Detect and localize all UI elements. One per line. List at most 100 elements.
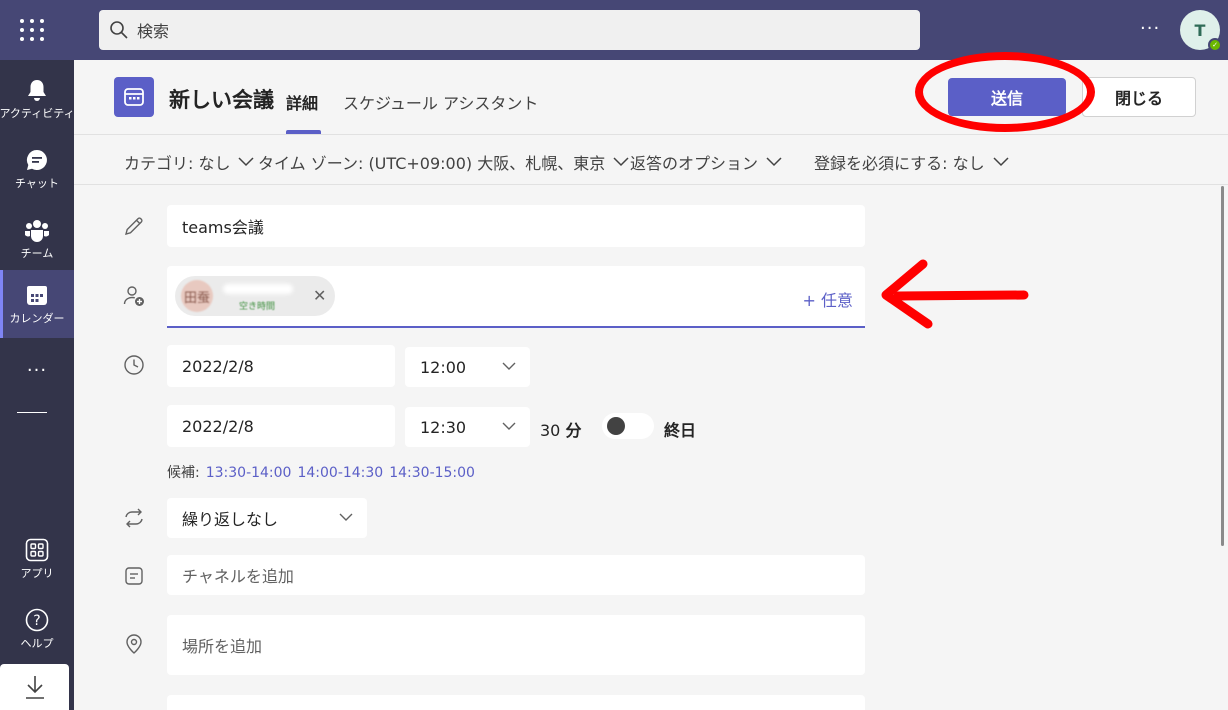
suggestions-label: 候補: [167, 465, 200, 481]
title-value: teams会議 [182, 218, 264, 237]
avatar-initial: T [1194, 20, 1206, 40]
chat-icon [26, 149, 47, 170]
chevron-down-icon [613, 157, 629, 167]
rail-label: アクティビティ [0, 106, 75, 120]
red-arrow-annotation [881, 259, 1029, 329]
close-button[interactable]: 閉じる [1082, 77, 1196, 117]
download-icon [25, 676, 44, 699]
timezone-label: タイム ゾーン: (UTC+09:00) 大阪、札幌、東京 [258, 154, 606, 173]
all-day-toggle[interactable] [602, 413, 654, 439]
title-input[interactable]: teams会議 [167, 205, 865, 247]
add-person-icon [122, 284, 146, 308]
rail-more-icon[interactable]: ··· [0, 360, 74, 381]
teams-icon [25, 219, 49, 242]
tab-details[interactable]: 詳細 [286, 90, 318, 114]
duration-unit: 分 [565, 421, 582, 440]
start-time-value: 12:00 [420, 357, 467, 377]
response-options-label: 返答のオプション [630, 154, 759, 173]
apps-icon [25, 538, 49, 561]
rail-item-activity[interactable]: アクティビティ [0, 65, 75, 133]
search-placeholder: 検索 [137, 22, 170, 41]
remove-attendee-icon[interactable]: ✕ [313, 286, 326, 305]
start-date-input[interactable]: 2022/2/8 [167, 345, 395, 387]
all-day-label: 終日 [664, 421, 697, 440]
repeat-select[interactable]: 繰り返しなし [167, 498, 367, 538]
help-icon: ? [25, 608, 49, 631]
rail-label: ヘルプ [20, 636, 54, 650]
end-date-value: 2022/2/8 [182, 416, 254, 436]
rail-label: チーム [20, 246, 54, 260]
category-label: カテゴリ: なし [124, 154, 231, 173]
suggestion-slot[interactable]: 14:30-15:00 [389, 465, 475, 481]
user-avatar[interactable]: T ✓ [1180, 10, 1222, 52]
location-input[interactable]: 場所を追加 [167, 615, 865, 675]
meeting-calendar-icon [114, 77, 154, 117]
search-box[interactable]: 検索 [99, 10, 920, 50]
end-date-input[interactable]: 2022/2/8 [167, 405, 395, 447]
tab-scheduling-assistant[interactable]: スケジュール アシスタント [343, 90, 538, 114]
clock-icon [122, 353, 146, 377]
attendee-name: 田蚕 [183, 290, 210, 306]
start-date-value: 2022/2/8 [182, 356, 254, 376]
category-dropdown[interactable]: カテゴリ: なし [124, 150, 255, 174]
page-title: 新しい会議 [169, 88, 274, 112]
chevron-down-icon [238, 157, 255, 167]
calendar-icon [27, 285, 47, 305]
presence-available-icon: ✓ [1208, 38, 1222, 52]
attendee-avatar: 田蚕 [181, 280, 213, 312]
rail-item-chat[interactable]: チャット [0, 135, 74, 203]
response-options-dropdown[interactable]: 返答のオプション [630, 150, 782, 174]
suggestion-slot[interactable]: 13:30-14:00 [206, 465, 292, 481]
attendees-input[interactable]: 田蚕 空き時間 ✕ + 任意 [167, 266, 865, 328]
bell-icon [28, 79, 46, 101]
redacted-name [223, 284, 293, 294]
scrollbar[interactable] [1221, 186, 1224, 546]
search-icon [110, 21, 128, 39]
registration-dropdown[interactable]: 登録を必須にする: なし [814, 150, 1009, 174]
repeat-icon [122, 506, 146, 530]
rail-label: チャット [15, 176, 59, 190]
options-bar: カテゴリ: なし タイム ゾーン: (UTC+09:00) 大阪、札幌、東京 返… [74, 135, 1228, 185]
edit-pencil-icon [122, 214, 146, 238]
red-circle-annotation [915, 52, 1095, 132]
toggle-knob [607, 417, 625, 435]
registration-label: 登録を必須にする: なし [814, 154, 985, 173]
rail-item-teams[interactable]: チーム [0, 205, 74, 273]
end-time-value: 12:30 [420, 417, 467, 437]
rail-item-help[interactable]: ? ヘルプ [0, 595, 74, 663]
location-placeholder: 場所を追加 [182, 637, 263, 656]
svg-text:?: ? [33, 613, 40, 629]
location-pin-icon [122, 632, 146, 656]
channel-placeholder: チャネルを追加 [182, 567, 294, 586]
download-button[interactable] [0, 664, 69, 710]
chevron-down-icon [502, 422, 516, 430]
rail-item-calendar[interactable]: カレンダー [0, 270, 74, 338]
duration-number: 30 [540, 421, 561, 440]
start-time-select[interactable]: 12:00 [405, 347, 530, 387]
channel-input[interactable]: チャネルを追加 [167, 555, 865, 595]
chevron-down-icon [502, 362, 516, 370]
suggestion-slot[interactable]: 14:00-14:30 [297, 465, 383, 481]
top-bar: 検索 ··· T ✓ [0, 0, 1228, 60]
active-tab-indicator [286, 130, 321, 134]
app-rail: アクティビティ チャット チーム カレンダー ··· アプリ ? ヘルプ [0, 60, 75, 710]
timezone-dropdown[interactable]: タイム ゾーン: (UTC+09:00) 大阪、札幌、東京 [258, 150, 629, 174]
rail-divider [17, 412, 47, 413]
time-suggestions: 候補: 13:30-14:00 14:00-14:30 14:30-15:00 [167, 462, 475, 482]
repeat-value: 繰り返しなし [182, 510, 279, 529]
attendee-availability: 空き時間 [239, 302, 276, 312]
meeting-header: 新しい会議 詳細 スケジュール アシスタント 送信 閉じる [74, 52, 1228, 135]
end-time-select[interactable]: 12:30 [405, 407, 530, 447]
app-launcher-icon[interactable] [0, 0, 64, 60]
rail-label: カレンダー [9, 311, 65, 325]
rail-item-apps[interactable]: アプリ [0, 525, 74, 593]
chevron-down-icon [339, 513, 353, 521]
chevron-down-icon [766, 157, 782, 167]
channel-icon [122, 564, 146, 588]
add-optional-attendee-link[interactable]: + 任意 [803, 287, 854, 311]
more-options-icon[interactable]: ··· [1140, 18, 1160, 39]
attendee-chip[interactable]: 田蚕 空き時間 ✕ [175, 276, 335, 316]
description-editor[interactable] [167, 695, 865, 710]
rail-label: アプリ [20, 566, 54, 580]
chevron-down-icon [993, 157, 1009, 167]
